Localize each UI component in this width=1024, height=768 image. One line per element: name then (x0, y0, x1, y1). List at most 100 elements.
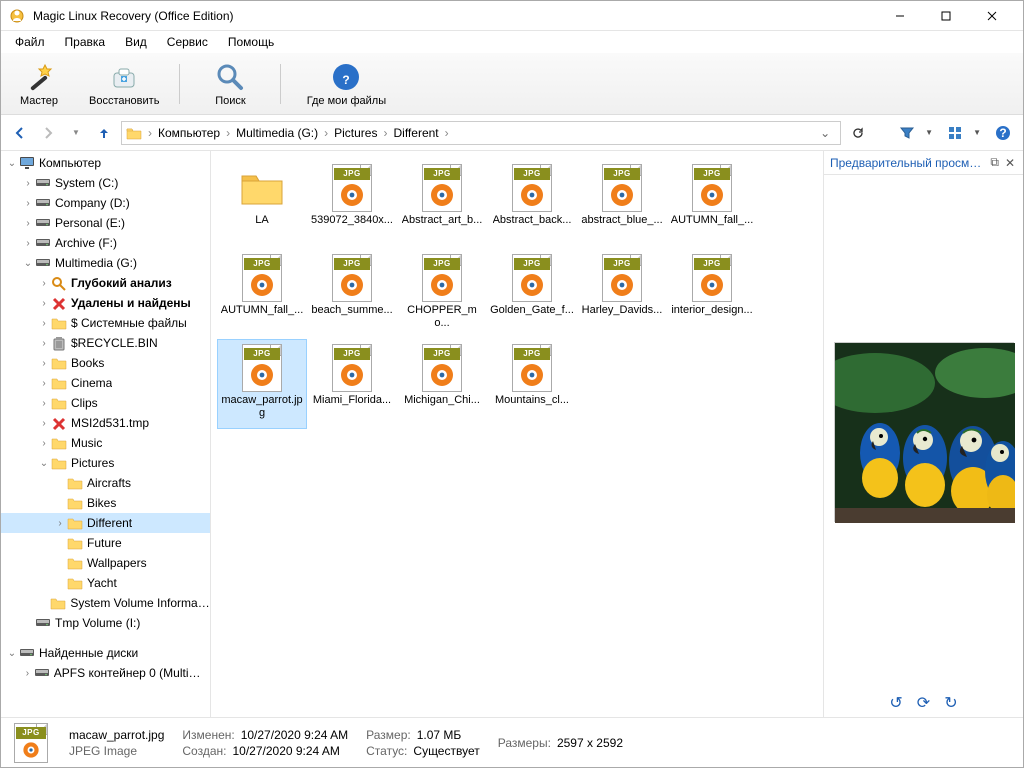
expander-icon[interactable]: › (37, 418, 51, 429)
expander-icon[interactable]: › (37, 398, 51, 409)
expander-icon[interactable]: › (37, 358, 51, 369)
file-item[interactable]: JPGmacaw_parrot.jpg (217, 339, 307, 429)
tree-item[interactable]: ›MSI2d531.tmp (1, 413, 210, 433)
tree-item[interactable]: ›Company (D:) (1, 193, 210, 213)
tree-item[interactable]: ›$RECYCLE.BIN (1, 333, 210, 353)
expander-icon[interactable]: ⌄ (5, 648, 19, 659)
expander-icon[interactable]: › (37, 298, 51, 309)
menu-view[interactable]: Вид (115, 33, 157, 51)
menu-edit[interactable]: Правка (55, 33, 116, 51)
search-icon (214, 61, 246, 93)
expander-icon[interactable]: › (37, 278, 51, 289)
tree-item[interactable]: › Personal (E:) (1, 213, 210, 233)
tree-item[interactable]: ›Глубокий анализ (1, 273, 210, 293)
file-item[interactable]: JPGHarley_Davids... (577, 249, 667, 339)
file-item[interactable]: JPGCHOPPER_mo... (397, 249, 487, 339)
sidebar-tree[interactable]: ⌄Компьютер›System (C:)›Company (D:)›Pers… (1, 151, 211, 717)
tree-item[interactable]: Aircrafts (1, 473, 210, 493)
file-thumb: JPG (688, 164, 736, 212)
file-item[interactable]: JPGinterior_design... (667, 249, 757, 339)
expander-icon[interactable]: › (21, 238, 35, 249)
tree-item[interactable]: ›Удалены и найдены (1, 293, 210, 313)
menu-service[interactable]: Сервис (157, 33, 218, 51)
tree-item[interactable]: ›Clips (1, 393, 210, 413)
expander-icon[interactable]: › (21, 218, 35, 229)
breadcrumb[interactable]: › Компьютер › Multimedia (G:) › Pictures… (121, 121, 841, 145)
breadcrumb-dropdown[interactable]: ⌄ (814, 126, 836, 140)
preview-rotate-left-button[interactable]: ↺ (889, 693, 902, 713)
tree-item[interactable]: Bikes (1, 493, 210, 513)
expander-icon[interactable]: ⌄ (37, 458, 51, 469)
file-item[interactable]: JPGabstract_blue_... (577, 159, 667, 249)
tree-item[interactable]: ›APFS контейнер 0 (Multimedia) (1, 663, 210, 683)
file-item[interactable]: JPGAUTUMN_fall_... (217, 249, 307, 339)
tree-item[interactable]: Tmp Volume (I:) (1, 613, 210, 633)
tree-item[interactable]: Wallpapers (1, 553, 210, 573)
recover-button[interactable]: Восстановить (89, 61, 159, 107)
crumb-1[interactable]: Multimedia (G:) (232, 126, 322, 140)
tree-item[interactable]: System Volume Information (1, 593, 210, 613)
file-item[interactable]: JPGMiami_Florida... (307, 339, 397, 429)
preview-refresh-button[interactable]: ⟳ (917, 693, 930, 713)
tree-item-label: Personal (E:) (55, 216, 125, 230)
expander-icon[interactable]: ⌄ (21, 258, 35, 269)
filter-dropdown[interactable]: ▼ (925, 128, 933, 137)
tree-item[interactable]: ›Archive (F:) (1, 233, 210, 253)
expander-icon[interactable]: › (21, 668, 34, 679)
expander-icon[interactable]: › (37, 318, 51, 329)
tree-item[interactable]: ›$ Системные файлы (1, 313, 210, 333)
expander-icon[interactable]: › (37, 338, 51, 349)
file-item[interactable]: JPGGolden_Gate_f... (487, 249, 577, 339)
file-item[interactable]: JPG539072_3840x... (307, 159, 397, 249)
file-item[interactable]: JPGAUTUMN_fall_... (667, 159, 757, 249)
file-item[interactable]: JPGbeach_summe... (307, 249, 397, 339)
tree-item[interactable]: ›Books (1, 353, 210, 373)
crumb-3[interactable]: Different (389, 126, 442, 140)
maximize-button[interactable] (923, 1, 969, 31)
minimize-button[interactable] (877, 1, 923, 31)
view-mode-button[interactable] (943, 123, 967, 143)
tree-item[interactable]: ›Music (1, 433, 210, 453)
filter-button[interactable] (895, 123, 919, 143)
help-button[interactable]: ? (991, 123, 1015, 143)
expander-icon[interactable]: ⌄ (5, 158, 19, 169)
view-mode-dropdown[interactable]: ▼ (973, 128, 981, 137)
file-name: Michigan_Chi... (404, 394, 480, 407)
file-item[interactable]: JPGMichigan_Chi... (397, 339, 487, 429)
preview-popout-icon[interactable]: ⧉ (986, 155, 1003, 170)
tree-item[interactable]: ⌄Multimedia (G:) (1, 253, 210, 273)
tree-item[interactable]: ⌄Найденные диски (1, 643, 210, 663)
expander-icon[interactable]: › (21, 178, 35, 189)
tree-item[interactable]: Yacht (1, 573, 210, 593)
crumb-0[interactable]: Компьютер (154, 126, 224, 140)
nav-history-dropdown[interactable]: ▼ (65, 122, 87, 144)
preview-close-button[interactable]: ✕ (1003, 156, 1017, 170)
file-item[interactable]: JPGAbstract_back... (487, 159, 577, 249)
menu-help[interactable]: Помощь (218, 33, 284, 51)
tree-item[interactable]: ⌄Pictures (1, 453, 210, 473)
expander-icon[interactable]: › (53, 518, 67, 529)
nav-up-button[interactable] (93, 122, 115, 144)
nav-forward-button[interactable] (37, 122, 59, 144)
search-button[interactable]: Поиск (200, 61, 260, 107)
refresh-button[interactable] (847, 122, 869, 144)
tree-item[interactable]: ›Cinema (1, 373, 210, 393)
crumb-2[interactable]: Pictures (330, 126, 381, 140)
expander-icon[interactable]: › (21, 198, 35, 209)
file-item[interactable]: JPGAbstract_art_b... (397, 159, 487, 249)
file-item[interactable]: JPGMountains_cl... (487, 339, 577, 429)
expander-icon[interactable]: › (37, 438, 51, 449)
where-files-button[interactable]: ? Где мои файлы (301, 61, 391, 107)
file-item[interactable]: LA (217, 159, 307, 249)
wizard-button[interactable]: Мастер (9, 61, 69, 107)
tree-item[interactable]: ⌄Компьютер (1, 153, 210, 173)
file-grid[interactable]: LAJPG539072_3840x...JPGAbstract_art_b...… (211, 151, 823, 717)
menu-file[interactable]: Файл (5, 33, 55, 51)
tree-item[interactable]: Future (1, 533, 210, 553)
tree-item[interactable]: ›System (C:) (1, 173, 210, 193)
preview-rotate-right-button[interactable]: ↻ (944, 693, 957, 713)
tree-item[interactable]: ›Different (1, 513, 210, 533)
nav-back-button[interactable] (9, 122, 31, 144)
close-button[interactable] (969, 1, 1015, 31)
expander-icon[interactable]: › (37, 378, 51, 389)
